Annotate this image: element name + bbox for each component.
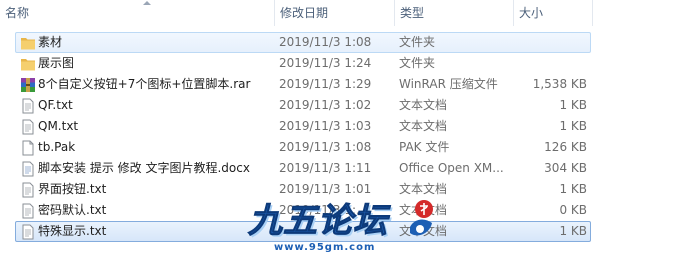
column-header-date-label: 修改日期	[280, 6, 329, 20]
watermark-logo-text: 九五论坛	[248, 201, 388, 242]
column-header-filler	[592, 0, 674, 26]
file-row-docx[interactable]: 脚本安装 提示 修改 文字图片教程.docx 2019/11/3 1:11 Of…	[15, 158, 591, 179]
file-name: QF.txt	[38, 98, 73, 112]
file-row-rar[interactable]: 8个自定义按钮+7个图标+位置脚本.rar 2019/11/3 1:29 Win…	[15, 74, 591, 95]
file-name: 8个自定义按钮+7个图标+位置脚本.rar	[38, 77, 251, 91]
watermark-url: www.95gm.com	[274, 242, 376, 253]
file-row-qm-txt[interactable]: QM.txt 2019/11/3 1:03 文本文档 1 KB	[15, 116, 591, 137]
text-file-icon	[22, 203, 34, 219]
file-name: 特殊显示.txt	[38, 224, 107, 238]
file-size: 1,538 KB	[532, 77, 587, 91]
file-type: PAK 文件	[399, 140, 450, 154]
column-header-type[interactable]: 类型	[394, 0, 512, 26]
file-size	[514, 33, 587, 52]
file-name: 脚本安装 提示 修改 文字图片教程.docx	[38, 161, 250, 175]
file-date: 2019/11/3 1:08	[279, 35, 372, 49]
file-size: 1 KB	[559, 98, 587, 112]
folder-icon	[21, 38, 35, 50]
column-header-size[interactable]: 大小	[513, 0, 591, 26]
text-file-icon	[22, 119, 34, 135]
file-name: 界面按钮.txt	[38, 182, 107, 196]
text-file-icon	[22, 224, 34, 240]
file-date: 2019/11/3 1:02	[279, 98, 372, 112]
column-header-date[interactable]: 修改日期	[274, 0, 392, 26]
column-header-type-label: 类型	[400, 6, 425, 20]
seal-stamp-icon	[410, 200, 433, 236]
file-name: QM.txt	[38, 119, 79, 133]
file-date: 2019/11/3 1:29	[279, 77, 372, 91]
file-name: 展示图	[38, 56, 75, 70]
file-size: 126 KB	[544, 140, 587, 154]
rar-archive-icon	[21, 78, 35, 92]
text-file-icon	[22, 182, 34, 198]
file-icon	[22, 140, 34, 156]
file-size: 1 KB	[559, 119, 587, 133]
file-type: WinRAR 压缩文件	[399, 77, 498, 91]
file-date: 2019/11/3 1:08	[279, 140, 372, 154]
file-row-folder-zhanshitu[interactable]: 展示图 2019/11/3 1:24 文件夹	[15, 53, 591, 74]
file-row-tb-pak[interactable]: tb.Pak 2019/11/3 1:08 PAK 文件 126 KB	[15, 137, 591, 158]
file-type: 文本文档	[399, 98, 448, 112]
file-type: 文件夹	[399, 35, 436, 49]
file-name: 密码默认.txt	[38, 203, 107, 217]
file-date: 2019/11/3 1:11	[279, 161, 372, 175]
column-header-bar: 名称 修改日期 类型 大小	[0, 0, 674, 26]
file-size: 0 KB	[559, 203, 587, 217]
column-header-name[interactable]: 名称	[0, 0, 270, 26]
file-type: Office Open XM...	[399, 161, 504, 175]
file-type: 文件夹	[399, 56, 436, 70]
file-row-folder-sucai[interactable]: 素材 2019/11/3 1:08 文件夹	[15, 32, 591, 53]
file-size: 1 KB	[559, 224, 587, 238]
file-name: 素材	[38, 35, 63, 49]
file-size: 1 KB	[559, 182, 587, 196]
file-date: 2019/11/3 1:03	[279, 119, 372, 133]
column-header-size-label: 大小	[519, 6, 544, 20]
file-name: tb.Pak	[38, 140, 76, 154]
folder-icon	[21, 59, 35, 71]
file-date: 2019/11/3 1:24	[279, 56, 372, 70]
sort-ascending-icon	[143, 1, 151, 5]
forum-watermark-logo: 九五论坛 www.95gm.com	[246, 193, 440, 259]
text-file-icon	[22, 98, 34, 114]
column-header-name-label: 名称	[5, 6, 30, 20]
file-size	[514, 54, 587, 73]
file-row-qf-txt[interactable]: QF.txt 2019/11/3 1:02 文本文档 1 KB	[15, 95, 591, 116]
docx-file-icon	[22, 161, 34, 177]
file-size: 304 KB	[544, 161, 587, 175]
file-type: 文本文档	[399, 119, 448, 133]
